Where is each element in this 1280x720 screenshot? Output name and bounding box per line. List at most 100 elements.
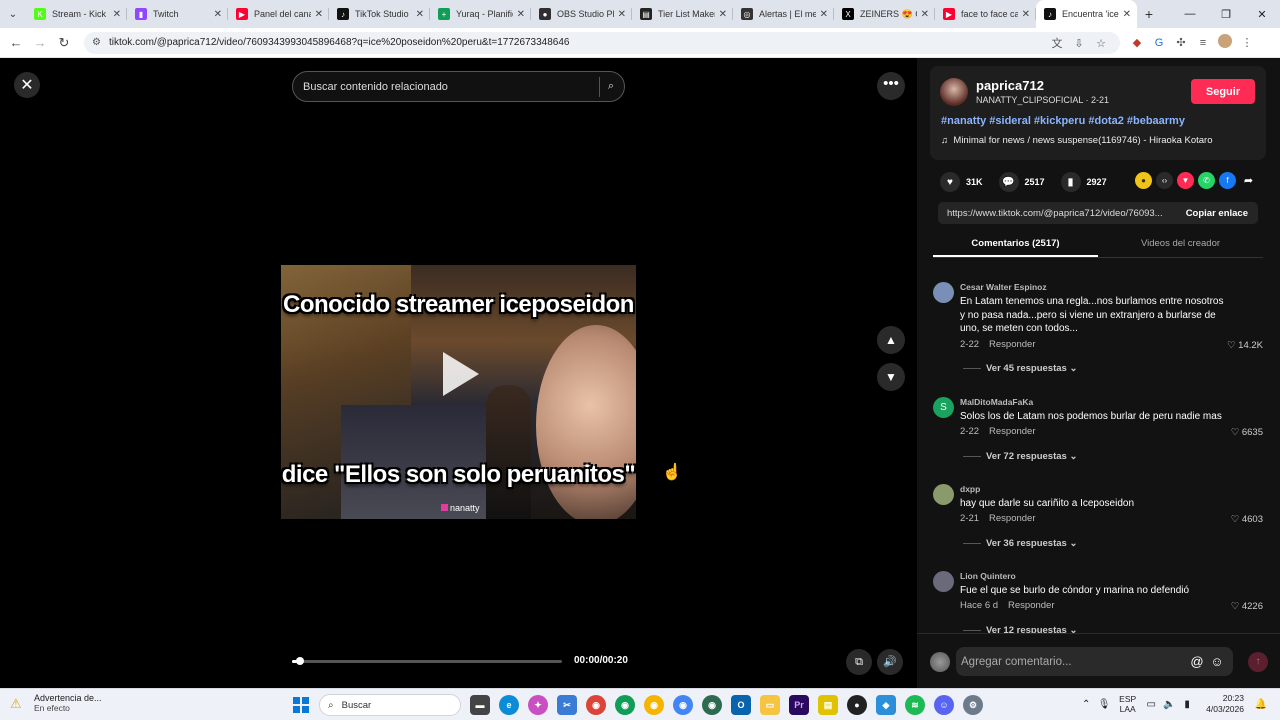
tab-close-icon[interactable]: ✕ — [921, 9, 929, 20]
browser-tab[interactable]: ▶ face to face ca ✕ — [935, 0, 1036, 28]
premiere-app-icon[interactable]: Pr — [789, 695, 809, 715]
embed-icon[interactable]: ‹› — [1156, 172, 1173, 189]
view-replies-button[interactable]: Ver 45 respuestas ⌄ — [963, 363, 1077, 374]
reply-button[interactable]: Responder — [989, 339, 1035, 350]
forward-icon[interactable]: → — [28, 35, 52, 50]
tab-close-icon[interactable]: ✕ — [820, 9, 828, 20]
extension-translate-icon[interactable]: G — [1148, 37, 1170, 49]
tab-close-icon[interactable]: ✕ — [1123, 9, 1131, 20]
clock[interactable]: 20:23 4/03/2026 — [1206, 693, 1244, 715]
share-link[interactable]: https://www.tiktok.com/@paprica712/video… — [947, 208, 1176, 219]
tab-close-icon[interactable]: ✕ — [618, 9, 626, 20]
related-search-input[interactable] — [303, 80, 591, 93]
follow-button[interactable]: Seguir — [1191, 79, 1255, 104]
reply-button[interactable]: Responder — [1008, 600, 1054, 611]
start-button[interactable] — [293, 697, 309, 713]
search-icon[interactable]: ⌕ — [608, 80, 614, 93]
chrome-profile-5-icon[interactable]: ◉ — [702, 695, 722, 715]
comment-input[interactable] — [961, 655, 1187, 668]
send-comment-button[interactable]: ↑ — [1248, 652, 1268, 672]
comment-like-button[interactable]: ♡ 4226 — [1231, 601, 1263, 612]
like-stat[interactable]: ♥ 31K — [940, 172, 983, 192]
tab-close-icon[interactable]: ✕ — [1022, 9, 1030, 20]
address-bar[interactable]: ⚙ tiktok.com/@paprica712/video/760934399… — [84, 31, 1120, 54]
language-indicator[interactable]: ESP LAA — [1119, 694, 1136, 714]
volume-button[interactable]: 🔊 — [877, 649, 903, 675]
bookmark-icon[interactable]: ▮ — [1060, 172, 1081, 192]
obs-app-icon[interactable]: ● — [847, 695, 867, 715]
video-frame[interactable]: Conocido streamer iceposeidon dice "Ello… — [281, 265, 636, 519]
commenter-name[interactable]: MalDitoMadaFaKa — [960, 397, 1033, 407]
tab-close-icon[interactable]: ✕ — [214, 9, 222, 20]
extension-icon[interactable]: ◆ — [1126, 36, 1148, 49]
view-replies-button[interactable]: Ver 72 respuestas ⌄ — [963, 451, 1077, 462]
profile-avatar[interactable] — [1214, 34, 1236, 51]
browser-tab[interactable]: K Stream - Kick D ✕ — [26, 0, 127, 28]
related-search-box[interactable]: ⌕ — [292, 71, 625, 102]
floating-player-button[interactable]: ⧉ — [846, 649, 872, 675]
browser-tab[interactable]: ▤ Tier List Maker ✕ — [632, 0, 733, 28]
commenter-avatar[interactable] — [933, 484, 954, 505]
taskbar-search[interactable]: ⌕ Buscar — [319, 694, 461, 716]
video-progress-bar[interactable] — [292, 657, 562, 665]
close-video-button[interactable]: ✕ — [14, 72, 40, 98]
commenter-avatar[interactable] — [933, 571, 954, 592]
discord-app-icon[interactable]: ☺ — [934, 695, 954, 715]
comment-like-button[interactable]: ♡ 14.2K — [1227, 340, 1263, 351]
tab-close-icon[interactable]: ✕ — [517, 9, 525, 20]
extensions-puzzle-icon[interactable]: ✣ — [1170, 36, 1192, 49]
video-progress-knob[interactable] — [296, 657, 305, 665]
browser-tab[interactable]: ♪ TikTok Studio ✕ — [329, 0, 430, 28]
chrome-profile-2-icon[interactable]: ◉ — [615, 695, 635, 715]
browser-tab[interactable]: ◎ Alertas | El mej ✕ — [733, 0, 834, 28]
tab-search-icon[interactable]: ⌄ — [0, 0, 26, 28]
browser-tab[interactable]: ♪ Encuentra 'ice ✕ — [1036, 0, 1137, 28]
minimize-icon[interactable]: — — [1172, 0, 1208, 28]
microphone-icon[interactable]: 🎙 — [1095, 699, 1113, 710]
heart-icon[interactable]: ♥ — [940, 172, 960, 192]
app-icon-blue[interactable]: ◆ — [876, 695, 896, 715]
file-explorer-app-icon[interactable]: ▬ — [470, 695, 490, 715]
settings-app-icon[interactable]: ⚙ — [963, 695, 983, 715]
comment-like-button[interactable]: ♡ 6635 — [1231, 427, 1263, 438]
site-info-icon[interactable]: ⚙ — [92, 37, 101, 48]
browser-menu-icon[interactable]: ⋮ — [1236, 36, 1258, 49]
creator-avatar[interactable] — [940, 78, 968, 106]
commenter-avatar[interactable] — [933, 282, 954, 303]
reply-button[interactable]: Responder — [989, 426, 1035, 437]
more-options-button[interactable]: ••• — [877, 72, 905, 100]
tab-comments[interactable]: Comentarios (2517) — [933, 234, 1098, 257]
commenter-avatar[interactable]: S — [933, 397, 954, 418]
browser-tab[interactable]: ▮ Twitch ✕ — [127, 0, 228, 28]
spotify-app-icon[interactable]: ≋ — [905, 695, 925, 715]
tab-close-icon[interactable]: ✕ — [315, 9, 323, 20]
coin-icon[interactable]: ● — [1135, 172, 1152, 189]
translate-icon[interactable]: 文 — [1046, 35, 1068, 51]
tab-close-icon[interactable]: ✕ — [416, 9, 424, 20]
whatsapp-icon[interactable]: ✆ — [1198, 172, 1215, 189]
address-url[interactable]: tiktok.com/@paprica712/video/76093439930… — [109, 37, 1046, 48]
browser-tab[interactable]: + Yuraq - Planific ✕ — [430, 0, 531, 28]
copy-link-button[interactable]: Copiar enlace — [1176, 208, 1258, 219]
snipping-app-icon[interactable]: ✂ — [557, 695, 577, 715]
comment-icon[interactable]: 💬 — [998, 172, 1019, 192]
mention-icon[interactable]: @ — [1187, 654, 1207, 669]
restore-icon[interactable]: ❐ — [1208, 0, 1244, 28]
tab-creator-videos[interactable]: Videos del creador — [1098, 234, 1263, 257]
video-player[interactable]: ⌕ Conocido streamer iceposeidon dice "El… — [281, 58, 636, 688]
new-tab-button[interactable]: + — [1137, 6, 1161, 22]
weather-widget[interactable]: ⚠ Advertencia de... En efecto — [10, 693, 102, 713]
view-replies-button[interactable]: Ver 36 respuestas ⌄ — [963, 538, 1077, 549]
commenter-name[interactable]: dxpp — [960, 484, 980, 494]
commenter-name[interactable]: Cesar Walter Espinoz — [960, 282, 1047, 292]
previous-video-button[interactable]: ▲ — [877, 326, 905, 354]
copilot-app-icon[interactable]: ✦ — [528, 695, 548, 715]
next-video-button[interactable]: ▼ — [877, 363, 905, 391]
share-arrow-icon[interactable]: ➦ — [1240, 172, 1257, 189]
facebook-icon[interactable]: f — [1219, 172, 1236, 189]
emoji-icon[interactable]: ☺ — [1207, 654, 1227, 669]
play-icon[interactable] — [443, 352, 479, 396]
browser-tab[interactable]: X ZEINERS 😍 Co ✕ — [834, 0, 935, 28]
hashtags[interactable]: #nanatty #sideral #kickperu #dota2 #beba… — [941, 115, 1185, 127]
commenter-name[interactable]: Lion Quintero — [960, 571, 1016, 581]
